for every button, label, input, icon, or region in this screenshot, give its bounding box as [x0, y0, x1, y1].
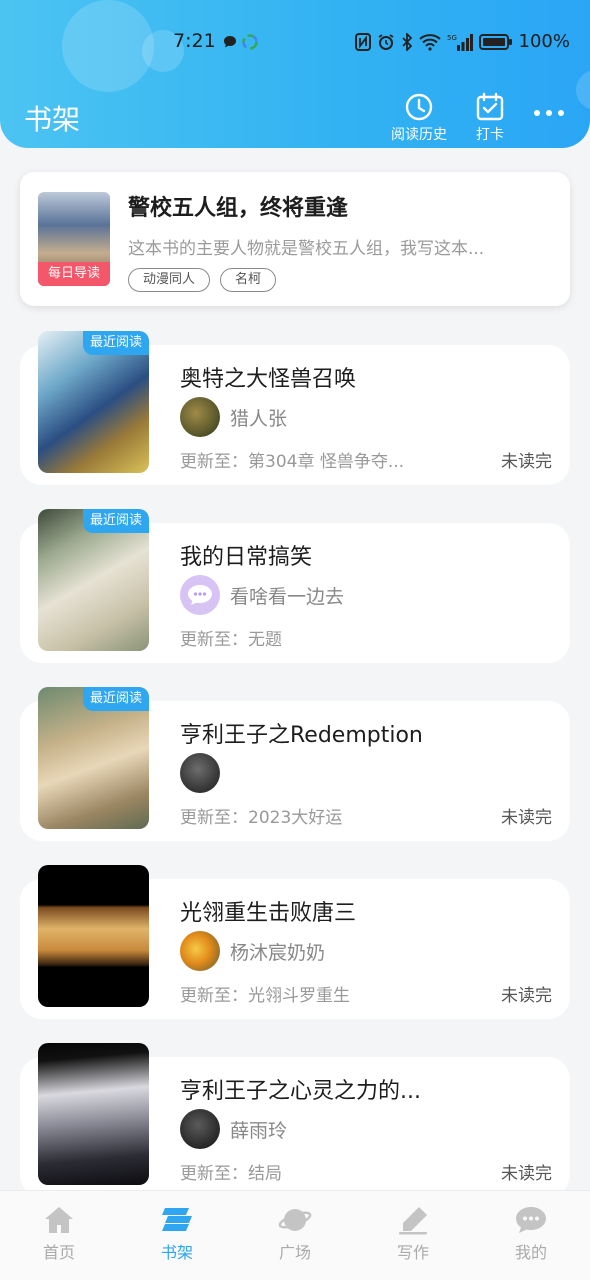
more-dot-icon: [558, 110, 564, 116]
unread-label: 未读完: [501, 1164, 552, 1184]
more-options-button[interactable]: [534, 110, 564, 116]
nav-write[interactable]: 写作: [354, 1191, 472, 1280]
author-row: 薛雨玲: [180, 1109, 287, 1149]
chat-bubble-icon: [188, 585, 212, 605]
page-title: 书架: [24, 103, 81, 136]
author-name: 杨沐宸奶奶: [230, 941, 326, 964]
author-row: 杨沐宸奶奶: [180, 931, 325, 971]
nav-label: 我的: [514, 1243, 547, 1262]
daily-guide-tags: 动漫同人 名柯: [128, 268, 277, 292]
nav-label: 书架: [160, 1243, 193, 1262]
nav-bookshelf[interactable]: 书架: [118, 1191, 236, 1280]
battery-icon: [478, 33, 512, 50]
book-card[interactable]: 光翎重生击败唐三 杨沐宸奶奶 更新至：光翎斗罗重生 未读完: [20, 865, 570, 1019]
nav-profile[interactable]: 我的: [472, 1191, 590, 1280]
book-title: 亨利王子之Redemption: [180, 723, 423, 748]
author-avatar: [180, 397, 220, 437]
book-cover: 最近阅读: [38, 331, 149, 473]
recent-read-badge: 最近阅读: [82, 509, 149, 533]
book-cover: [38, 1043, 149, 1185]
header-decor-bubble: [576, 70, 590, 110]
status-right: 5G 100%: [354, 31, 570, 52]
nav-home[interactable]: 首页: [0, 1191, 118, 1280]
status-time: 7:21: [173, 30, 216, 52]
status-notification-icons: [222, 34, 258, 50]
nav-label: 首页: [42, 1243, 75, 1262]
bookshelf-icon: [162, 1208, 192, 1231]
signal-icon: 5G: [447, 33, 473, 51]
daily-guide-badge: 每日导读: [38, 262, 110, 286]
more-dot-icon: [546, 110, 552, 116]
tag-chip[interactable]: 名柯: [220, 268, 277, 292]
recent-read-badge: 最近阅读: [82, 687, 149, 711]
home-icon: [45, 1207, 73, 1233]
update-status: 更新至：结局: [180, 1164, 282, 1184]
recent-read-badge: 最近阅读: [82, 331, 149, 355]
bottom-nav: 首页 书架 广场 写作 我的: [0, 1190, 590, 1280]
author-name: 薛雨玲: [230, 1119, 288, 1142]
author-avatar: [180, 575, 220, 615]
unread-label: 未读完: [501, 986, 552, 1006]
book-card[interactable]: 最近阅读 奥特之大怪兽召唤 猎人张 更新至：第304章 怪兽争夺... 未读完: [20, 331, 570, 485]
checkin-label: 打卡: [476, 127, 504, 143]
book-title: 亨利王子之心灵之力的...: [180, 1079, 421, 1104]
app-notification-icon: [242, 34, 258, 50]
book-card[interactable]: 亨利王子之心灵之力的... 薛雨玲 更新至：结局 未读完: [20, 1043, 570, 1197]
status-bar: 7:21 5G 100%: [0, 28, 590, 60]
book-cover: [38, 865, 149, 1007]
update-status: 更新至：2023大好运: [180, 808, 343, 828]
pen-icon: [399, 1207, 427, 1235]
alarm-icon: [378, 33, 394, 50]
book-card[interactable]: 最近阅读 亨利王子之Redemption 更新至：2023大好运 未读完: [20, 687, 570, 841]
author-row: 猎人张: [180, 397, 287, 437]
book-title: 奥特之大怪兽召唤: [180, 367, 357, 392]
book-card[interactable]: 最近阅读 我的日常搞笑 看啥看一边去 更新至：无题: [20, 509, 570, 663]
more-dot-icon: [534, 110, 540, 116]
reading-history-button[interactable]: 阅读历史: [391, 92, 447, 144]
update-status: 更新至：第304章 怪兽争夺...: [180, 452, 405, 472]
author-name: 看啥看一边去: [230, 585, 345, 608]
nav-square[interactable]: 广场: [236, 1191, 354, 1280]
wifi-icon: [418, 33, 441, 51]
author-avatar: [180, 753, 220, 793]
author-row: [180, 753, 230, 793]
svg-text:5G: 5G: [447, 34, 457, 42]
chat-bubble-icon: [516, 1207, 546, 1233]
book-cover: 最近阅读: [38, 687, 149, 829]
unread-label: 未读完: [501, 452, 552, 472]
author-name: 猎人张: [230, 407, 288, 430]
reading-history-label: 阅读历史: [391, 127, 447, 143]
unread-label: 未读完: [501, 808, 552, 828]
calendar-check-icon: [476, 92, 504, 121]
nav-label: 写作: [396, 1243, 429, 1262]
update-status: 更新至：光翎斗罗重生: [180, 986, 350, 1006]
author-avatar: [180, 931, 220, 971]
daily-guide-cover: 每日导读: [38, 192, 110, 286]
nav-label: 广场: [278, 1243, 311, 1262]
daily-guide-title: 警校五人组，终将重逢: [128, 196, 349, 221]
tag-chip[interactable]: 动漫同人: [128, 268, 211, 292]
author-avatar: [180, 1109, 220, 1149]
book-title: 光翎重生击败唐三: [180, 901, 357, 926]
bluetooth-icon: [401, 32, 412, 51]
daily-guide-desc: 这本书的主要人物就是警校五人组，我写这本...: [128, 239, 485, 259]
update-status: 更新至：无题: [180, 630, 282, 650]
planet-icon: [278, 1209, 312, 1231]
nfc-icon: [354, 32, 371, 51]
book-cover: 最近阅读: [38, 509, 149, 651]
battery-percent: 100%: [518, 31, 570, 52]
header: 7:21 5G 100% 书架 阅读历史 打卡: [0, 0, 590, 148]
daily-guide-card[interactable]: 每日导读 警校五人组，终将重逢 这本书的主要人物就是警校五人组，我写这本... …: [20, 172, 570, 306]
checkin-button[interactable]: 打卡: [475, 92, 505, 144]
message-icon: [224, 36, 236, 48]
clock-icon: [405, 93, 433, 121]
author-row: 看啥看一边去: [180, 575, 344, 615]
book-title: 我的日常搞笑: [180, 545, 313, 570]
